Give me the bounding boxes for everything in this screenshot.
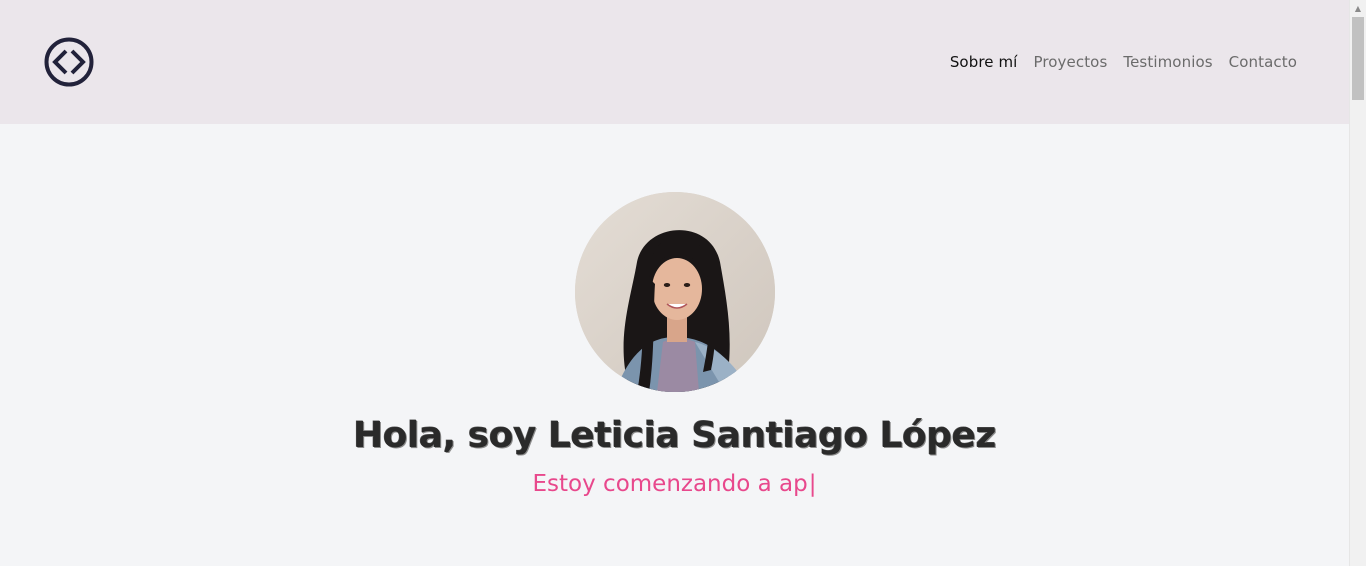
nav-link-sobre-mi[interactable]: Sobre mí [950, 52, 1018, 72]
logo-link[interactable] [44, 37, 94, 87]
nav-link-testimonios[interactable]: Testimonios [1123, 52, 1212, 72]
avatar [575, 192, 775, 392]
nav-link-proyectos[interactable]: Proyectos [1033, 52, 1107, 72]
vertical-scrollbar[interactable]: ▲ [1349, 0, 1366, 566]
site-header: Sobre mí Proyectos Testimonios Contacto [0, 0, 1349, 124]
typed-text: Estoy comenzando a ap [532, 471, 808, 497]
hero-subtitle: Estoy comenzando a ap| [0, 466, 1349, 502]
nav-link-contacto[interactable]: Contacto [1229, 52, 1297, 72]
main-nav: Sobre mí Proyectos Testimonios Contacto [950, 52, 1297, 72]
hero-title: Hola, soy Leticia Santiago López [353, 415, 996, 456]
profile-photo [575, 192, 775, 392]
scroll-up-arrow-icon[interactable]: ▲ [1350, 0, 1366, 17]
page: Sobre mí Proyectos Testimonios Contacto [0, 0, 1366, 566]
scrollbar-thumb[interactable] [1352, 17, 1364, 100]
hero-section: Hola, soy Leticia Santiago López Estoy c… [0, 124, 1349, 566]
code-brackets-icon [44, 37, 94, 87]
typing-cursor: | [808, 471, 817, 497]
